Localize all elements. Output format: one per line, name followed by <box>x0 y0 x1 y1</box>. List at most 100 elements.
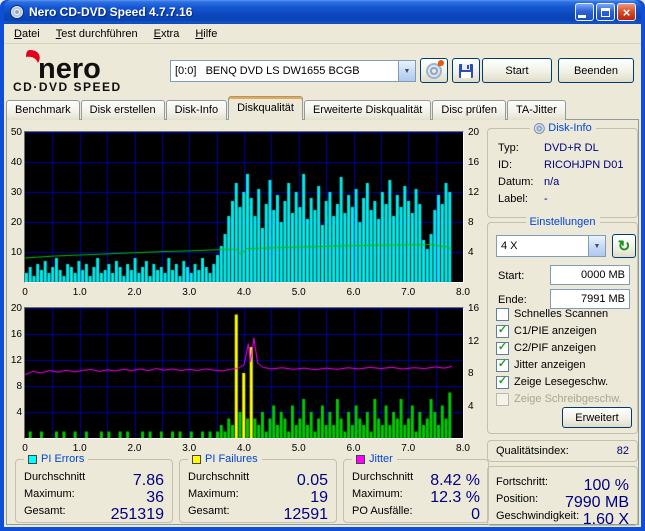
axis-tick-label: 3.0 <box>182 287 197 298</box>
stat-value: 0.05 <box>296 472 328 489</box>
drive-selector[interactable]: [0:0] BENQ DVD LS DW1655 BCGB ▼ <box>170 60 416 82</box>
disk-info-value: - <box>544 193 548 205</box>
axis-tick-label: 40 <box>10 157 22 168</box>
start-position-field[interactable]: 0000 MB <box>550 265 630 285</box>
menu-test-durchfuehren[interactable]: Test durchführen <box>48 26 146 42</box>
tab-strip: Benchmark Disk erstellen Disk-Info Diskq… <box>6 96 567 120</box>
axis-tick-label: 16 <box>468 157 480 168</box>
checkbox-box: ✓ <box>496 358 509 372</box>
refresh-button[interactable]: ↻ <box>612 234 636 258</box>
disk-info-row: Datum: <box>498 176 534 188</box>
axis-tick-label: 8 <box>16 381 22 392</box>
title-bar: Nero CD-DVD Speed 4.7.7.16 × <box>4 0 641 24</box>
axis-tick-label: 8.0 <box>456 287 470 298</box>
tab-erweiterte-diskqualitaet[interactable]: Erweiterte Diskqualität <box>303 100 432 120</box>
save-button[interactable] <box>452 58 480 83</box>
menu-extra[interactable]: Extra <box>146 26 188 42</box>
nero-logo: nero CD·DVD SPEED <box>8 47 160 98</box>
tab-disc-pruefen[interactable]: Disc prüfen <box>432 100 507 120</box>
speed-select[interactable]: 4 X ▼ <box>496 235 606 257</box>
quality-index-panel: Qualitätsindex: 82 <box>487 440 638 462</box>
axis-tick-label: 5.0 <box>291 287 306 298</box>
stat-value: 251319 <box>110 506 164 523</box>
stat-value: 12591 <box>283 506 329 523</box>
disk-info-row: Typ: <box>498 142 519 154</box>
jitter-stats-title: Jitter <box>352 453 397 465</box>
progress-group: Fortschritt: 100 % Position: 7990 MB Ges… <box>487 466 638 528</box>
checkbox-schreibgeschw: ✓ Zeige Schreibgeschw. <box>496 392 622 406</box>
checkbox-box: ✓ <box>496 341 509 355</box>
advanced-button[interactable]: Erweitert <box>562 407 632 428</box>
pi-failures-plot-frame <box>24 307 464 439</box>
chevron-down-icon[interactable]: ▼ <box>398 61 415 81</box>
disk-info-row: Label: <box>498 193 528 205</box>
start-position-label: Start: <box>498 270 525 282</box>
axis-tick-label: 4 <box>16 407 22 418</box>
start-button[interactable]: Start <box>482 58 552 83</box>
close-button[interactable]: × <box>617 3 636 21</box>
check-icon: ✓ <box>497 324 508 336</box>
checkbox-box: ✓ <box>496 392 509 406</box>
axis-tick-label: 6.0 <box>346 443 361 454</box>
axis-tick-label: 50 <box>10 127 22 138</box>
disk-info-title: Disk-Info <box>529 122 596 134</box>
refresh-icon: ↻ <box>617 237 631 255</box>
chevron-down-icon[interactable]: ▼ <box>588 236 605 256</box>
pi-errors-chart <box>25 132 463 282</box>
axis-tick-label: 5.0 <box>291 443 306 454</box>
checkbox-box: ✓ <box>496 375 509 389</box>
axis-tick-label: 7.0 <box>401 287 416 298</box>
stat-label: Durchschnitt <box>188 471 250 483</box>
cd-burn-icon <box>426 59 444 79</box>
checkbox-box: ✓ <box>496 324 509 338</box>
stat-label: Durchschnitt <box>24 471 86 483</box>
progress-label: Fortschritt: <box>496 476 548 488</box>
checkbox-schnelles-scannen[interactable]: ✓ Schnelles Scannen <box>496 307 608 321</box>
tab-ta-jitter[interactable]: TA-Jitter <box>507 100 566 120</box>
minimize-button[interactable] <box>575 3 594 21</box>
disk-info-value: DVD+R DL <box>544 142 599 154</box>
tab-disk-info[interactable]: Disk-Info <box>165 100 228 120</box>
disk-info-value: n/a <box>544 176 560 188</box>
quality-index-value: 82 <box>616 445 629 457</box>
speed-select-value: 4 X <box>501 240 518 252</box>
pi-errors-stats-group: PI Errors Durchschnitt 7.86 Maximum: 36 … <box>15 453 173 523</box>
axis-tick-label: 20 <box>10 303 22 314</box>
menu-datei[interactable]: Datei <box>6 26 48 42</box>
disc-icon <box>533 122 545 134</box>
window-title: Nero CD-DVD Speed 4.7.7.16 <box>29 5 193 19</box>
pi-errors-swatch <box>28 454 37 464</box>
checkbox-c2-pif[interactable]: ✓ C2/PIF anzeigen <box>496 341 596 355</box>
checkbox-jitter[interactable]: ✓ Jitter anzeigen <box>496 358 586 372</box>
checkbox-lesegeschw[interactable]: ✓ Zeige Lesegeschw. <box>496 375 608 389</box>
checkbox-c1-pie[interactable]: ✓ C1/PIE anzeigen <box>496 324 597 338</box>
app-window: Nero CD-DVD Speed 4.7.7.16 × Datei Test … <box>0 0 645 531</box>
stat-value: 8.42 % <box>430 472 480 489</box>
tab-disk-erstellen[interactable]: Disk erstellen <box>80 100 165 120</box>
end-position-label: Ende: <box>498 294 527 306</box>
axis-tick-label: 8 <box>468 368 474 379</box>
stat-value: 0 <box>471 506 480 523</box>
disc-button[interactable] <box>420 58 448 83</box>
disk-info-row: ID: <box>498 159 513 171</box>
stat-value: 7.86 <box>132 472 164 489</box>
axis-tick-label: 12 <box>468 187 480 198</box>
axis-tick-label: 4 <box>468 247 474 258</box>
tab-diskqualitaet[interactable]: Diskqualität <box>228 96 303 120</box>
pi-failures-swatch <box>192 454 201 464</box>
logo-subtitle: CD·DVD SPEED <box>13 80 122 93</box>
stat-label: PO Ausfälle: <box>352 505 413 517</box>
end-position-field[interactable]: 7991 MB <box>550 289 630 309</box>
pi-failures-stats-title: PI Failures <box>188 453 262 465</box>
close-icon: × <box>622 4 631 20</box>
quit-button[interactable]: Beenden <box>558 58 634 83</box>
menu-hilfe[interactable]: Hilfe <box>187 26 225 42</box>
toolbar: nero CD·DVD SPEED [0:0] BENQ DVD LS DW16… <box>4 45 641 96</box>
axis-tick-label: 12 <box>468 335 480 347</box>
maximize-button[interactable] <box>596 3 615 21</box>
axis-tick-label: 4 <box>468 400 474 412</box>
check-icon: ✓ <box>497 375 508 387</box>
window-controls: × <box>575 3 636 21</box>
pi-failures-chart <box>25 308 463 438</box>
tab-benchmark[interactable]: Benchmark <box>6 100 80 120</box>
